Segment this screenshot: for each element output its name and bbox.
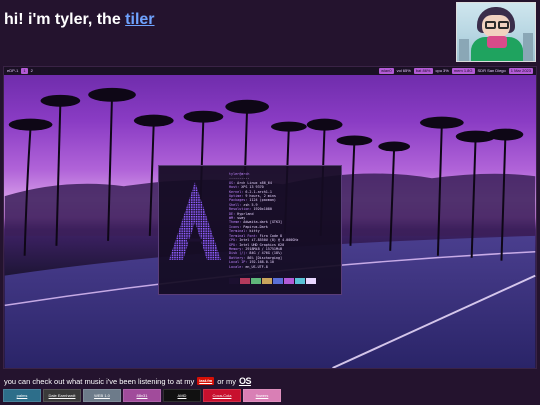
- info-key: Theme:: [229, 220, 242, 225]
- info-key: DE:: [229, 211, 236, 216]
- info-value: 1124 (pacman): [249, 198, 276, 203]
- info-key: Terminal Font:: [229, 233, 258, 238]
- info-value: Adwaita-dark [GTK3]: [243, 220, 283, 225]
- info-value: Fira Code 8: [259, 233, 283, 238]
- os-link[interactable]: OS: [239, 376, 252, 386]
- color-swatch: [240, 278, 250, 284]
- info-key: Resolution:: [229, 207, 252, 212]
- info-key: Uptime:: [229, 194, 244, 199]
- info-value: sway: [237, 216, 246, 221]
- status-memory: mem 1.8G: [451, 68, 475, 74]
- tag-2[interactable]: 2: [31, 68, 33, 74]
- status-location: SDR San Diego: [477, 68, 506, 73]
- color-swatch: [284, 278, 294, 284]
- info-value: 192.168.0.10: [249, 260, 274, 265]
- terminal-window[interactable]: tyler@arch ---------- OS: Arch Linux x86…: [158, 165, 342, 295]
- arch-logo-icon: [169, 182, 221, 260]
- color-swatch: [251, 278, 261, 284]
- info-key: Terminal:: [229, 229, 248, 234]
- color-swatches: [229, 278, 316, 284]
- info-key: Local IP:: [229, 260, 248, 265]
- workspace-label: eDP-1: [7, 68, 19, 73]
- info-key: Disk (/):: [229, 251, 248, 256]
- info-value: 84G / 476G (18%): [249, 251, 283, 256]
- music-blurb: you can check out what music i've been l…: [4, 376, 251, 386]
- info-key: Host:: [229, 185, 240, 190]
- button-badge[interactable]: Dale Earnhardt: [43, 389, 81, 402]
- color-swatch: [229, 278, 239, 284]
- info-value: Intel i7-8550U (8) @ 4.000GHz: [239, 238, 299, 243]
- info-key: Shell:: [229, 202, 242, 207]
- badge-row: palms Dale Earnhardt WEB 1.0 88x31 AMD Coca-C…: [3, 389, 281, 403]
- info-value: en_US.UTF-8: [245, 264, 268, 269]
- avatar: [456, 2, 536, 62]
- info-value: Hyprland: [237, 211, 254, 216]
- tag-1[interactable]: 1: [21, 68, 28, 74]
- title-text: hi! i'm tyler, the: [4, 11, 126, 28]
- page-title: hi! i'm tyler, the tiler: [4, 10, 155, 30]
- button-badge[interactable]: Coca-Cola: [203, 389, 241, 402]
- color-swatch: [273, 278, 283, 284]
- info-value: Papirus-Dark: [243, 224, 268, 229]
- status-date: 1 Mar 2023: [508, 68, 533, 74]
- blurb-start: you can check out what music i've been l…: [4, 376, 195, 386]
- info-key: Battery:: [229, 255, 246, 260]
- button-badge[interactable]: WEB 1.0: [83, 389, 121, 402]
- lastfm-link[interactable]: last.fm: [197, 377, 215, 385]
- info-key: Packages:: [229, 198, 248, 203]
- color-swatch: [262, 278, 272, 284]
- info-value: Arch Linux x86_64: [237, 180, 272, 185]
- info-key: Locale:: [229, 264, 244, 269]
- info-key: WM:: [229, 216, 236, 221]
- info-value: Intel UHD Graphics 620: [239, 242, 285, 247]
- info-value: 9 hours, 2 mins: [245, 194, 276, 199]
- status-bar: eDP-1 1 2 wlan0 vol 65% bat 86% cpu 3% m…: [4, 67, 536, 75]
- info-key: Kernel:: [229, 189, 244, 194]
- neofetch-output: tyler@arch ---------- OS: Arch Linux x86…: [229, 172, 339, 269]
- info-value: 1920x1080: [253, 207, 272, 212]
- button-badge[interactable]: 88x31: [123, 389, 161, 402]
- color-swatch: [295, 278, 305, 284]
- info-key: GPU:: [229, 242, 238, 247]
- button-badge[interactable]: flowers: [243, 389, 281, 402]
- terminal-prompt: tyler@arch: [229, 172, 250, 176]
- status-battery: bat 86%: [413, 68, 433, 74]
- info-value: 86% [Discharging]: [247, 255, 283, 260]
- status-wifi: wlan0: [379, 68, 394, 74]
- info-value: kitty: [249, 229, 260, 234]
- info-value: XPS 13 9370: [241, 185, 264, 190]
- tiler-link[interactable]: tiler: [125, 11, 154, 28]
- desktop-screenshot: eDP-1 1 2 wlan0 vol 65% bat 86% cpu 3% m…: [3, 66, 537, 369]
- info-key: Memory:: [229, 246, 244, 251]
- info-value: 6.2.1-arch1-1: [245, 189, 272, 194]
- color-swatch: [306, 278, 316, 284]
- button-badge[interactable]: palms: [3, 389, 41, 402]
- header: hi! i'm tyler, the tiler: [4, 10, 155, 36]
- button-badge[interactable]: AMD: [163, 389, 201, 402]
- info-key: CPU:: [229, 238, 238, 243]
- blurb-mid: or my: [217, 376, 236, 386]
- info-value: 2918MiB / 15751MiB: [245, 246, 283, 251]
- status-cpu: cpu 3%: [435, 68, 449, 73]
- status-volume: vol 65%: [396, 68, 411, 73]
- info-key: Icons:: [229, 224, 242, 229]
- info-key: OS:: [229, 180, 236, 185]
- info-value: zsh 5.9: [243, 202, 258, 207]
